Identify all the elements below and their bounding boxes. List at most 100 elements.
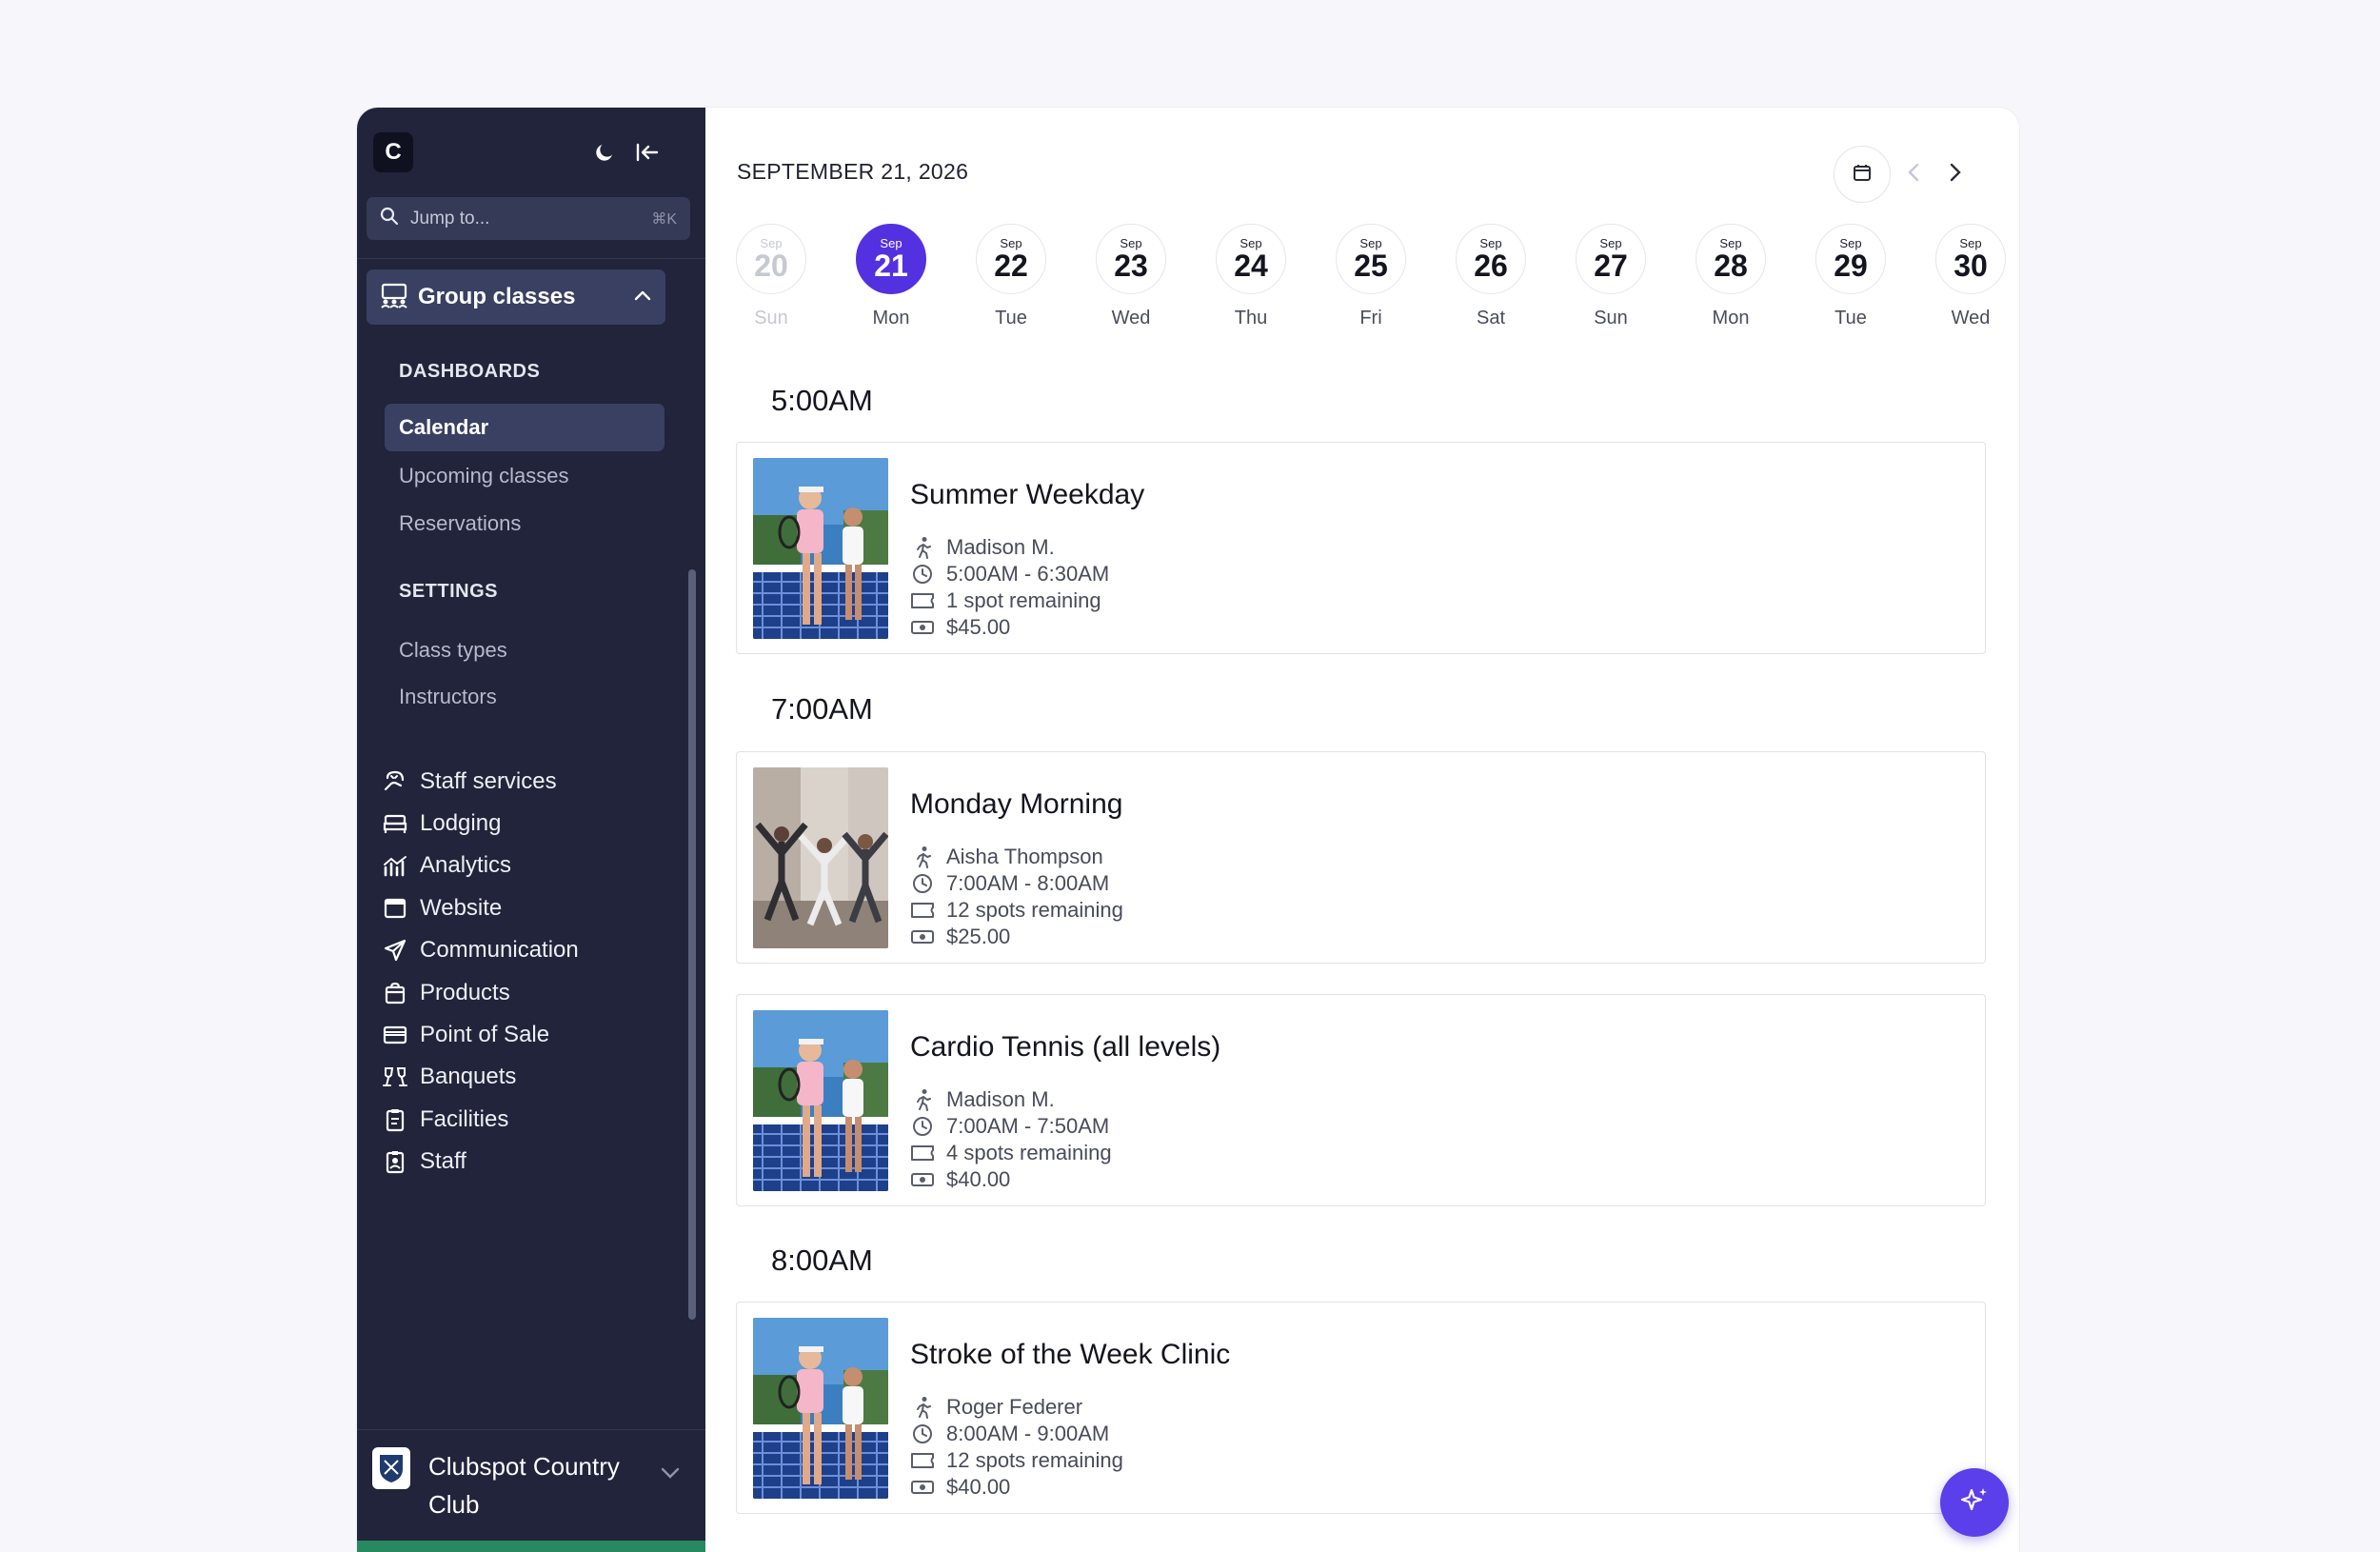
app-window: C Jump to... ⌘K Group classes DASHBOARDS…: [357, 108, 2019, 1552]
day-sep-25[interactable]: Sep 25 Fri: [1336, 224, 1406, 329]
day-number: 27: [1594, 248, 1628, 283]
prev-week-button[interactable]: [1899, 160, 1928, 189]
app-logo[interactable]: C: [373, 132, 413, 172]
day-weekday: Wed: [1951, 308, 1991, 328]
day-sep-27[interactable]: Sep 27 Sun: [1576, 224, 1646, 329]
club-name: Clubspot Country Club: [428, 1452, 620, 1519]
sidebar-item-upcoming-classes[interactable]: Upcoming classes: [399, 464, 569, 488]
day-number: 20: [754, 248, 788, 283]
class-card[interactable]: Stroke of the Week Clinic Roger Federer …: [736, 1302, 1986, 1514]
class-time: 8:00AM - 9:00AM: [910, 1421, 1109, 1447]
class-image: [753, 458, 888, 639]
time-slot-label: 7:00AM: [771, 692, 873, 726]
divider: [357, 258, 705, 259]
day-sep-24[interactable]: Sep 24 Thu: [1216, 224, 1286, 329]
nav-label: Website: [420, 895, 503, 921]
runner-icon: [910, 535, 935, 560]
class-title: Cardio Tennis (all levels): [910, 1031, 1221, 1063]
chevron-down-icon[interactable]: [660, 1466, 681, 1484]
collapse-sidebar-icon[interactable]: [633, 138, 662, 167]
time-slot-label: 8:00AM: [771, 1244, 873, 1277]
day-number: 21: [874, 248, 908, 283]
glasses-icon: [380, 1062, 410, 1092]
clock-icon: [910, 871, 935, 896]
club-switcher[interactable]: Clubspot Country Club: [357, 1429, 705, 1552]
sidebar-item-website[interactable]: Website: [380, 889, 502, 927]
sidebar-item-products[interactable]: Products: [380, 974, 510, 1012]
day-weekday: Mon: [872, 308, 910, 328]
day-month: Sep: [760, 235, 783, 250]
nav-label: Point of Sale: [420, 1022, 550, 1047]
nav-label: Staff: [420, 1148, 466, 1174]
day-sep-30[interactable]: Sep 30 Wed: [1935, 224, 2006, 329]
day-weekday: Fri: [1359, 308, 1382, 328]
class-time: 5:00AM - 6:30AM: [910, 561, 1109, 587]
jump-to-search[interactable]: Jump to... ⌘K: [367, 197, 690, 240]
class-time: 7:00AM - 8:00AM: [910, 870, 1109, 897]
cash-icon: [910, 1475, 935, 1500]
sidebar-item-point-of-sale[interactable]: Point of Sale: [380, 1016, 549, 1054]
ai-assistant-button[interactable]: [1940, 1468, 2009, 1537]
day-number: 22: [994, 248, 1028, 283]
day-month: Sep: [1240, 235, 1262, 250]
week-day-strip: Sep 20 Sun Sep 21 Mon Sep 22 Tue Sep 23 Wed Sep 2…: [736, 224, 2012, 328]
day-weekday: Sun: [754, 308, 788, 328]
calendar-icon: [1852, 162, 1873, 188]
sidebar-item-analytics[interactable]: Analytics: [380, 846, 511, 885]
day-sep-29[interactable]: Sep 29 Tue: [1815, 224, 1886, 329]
class-card[interactable]: Summer Weekday Madison M. 5:00AM - 6:30A…: [736, 442, 1986, 654]
time-range: 8:00AM - 9:00AM: [946, 1422, 1110, 1445]
day-number: 23: [1114, 248, 1148, 283]
class-card[interactable]: Cardio Tennis (all levels) Madison M. 7:…: [736, 994, 1986, 1206]
day-sep-28[interactable]: Sep 28 Mon: [1696, 224, 1766, 329]
sidebar-scrollbar[interactable]: [688, 569, 696, 1320]
time-range: 5:00AM - 6:30AM: [946, 562, 1110, 586]
calendar-main: SEPTEMBER 21, 2026 Sep 20 Sun Sep 21 Mon Sep…: [705, 108, 2019, 1552]
search-placeholder: Jump to...: [410, 208, 490, 229]
class-title: Monday Morning: [910, 788, 1123, 820]
day-weekday: Mon: [1712, 308, 1750, 328]
day-sep-23[interactable]: Sep 23 Wed: [1096, 224, 1166, 329]
sidebar-item-calendar[interactable]: Calendar: [385, 404, 664, 451]
moon-icon[interactable]: [590, 138, 619, 167]
club-color-strip: [357, 1541, 705, 1552]
next-week-button[interactable]: [1941, 160, 1970, 189]
date-picker-button[interactable]: [1834, 146, 1891, 203]
nav-label: Lodging: [420, 810, 502, 836]
sidebar-item-reservations[interactable]: Reservations: [399, 511, 521, 536]
day-sep-21[interactable]: Sep 21 Mon: [856, 224, 926, 329]
clipboard-icon: [380, 1104, 410, 1135]
class-price: $40.00: [910, 1474, 1010, 1501]
class-card[interactable]: Monday Morning Aisha Thompson 7:00AM - 8…: [736, 751, 1986, 964]
ticket-icon: [910, 588, 935, 613]
sidebar-item-instructors[interactable]: Instructors: [399, 685, 497, 709]
nav-label: Banquets: [420, 1064, 517, 1089]
instructor-name: Madison M.: [946, 1087, 1055, 1111]
day-sep-20[interactable]: Sep 20 Sun: [736, 224, 806, 329]
day-sep-22[interactable]: Sep 22 Tue: [976, 224, 1046, 329]
badge-icon: [380, 1146, 410, 1177]
nav-label: Staff services: [420, 768, 557, 794]
bag-icon: [380, 978, 410, 1008]
sidebar-item-facilities[interactable]: Facilities: [380, 1101, 508, 1139]
class-title: Summer Weekday: [910, 479, 1145, 510]
sidebar-item-class-types[interactable]: Class types: [399, 638, 507, 663]
class-image: [753, 1010, 888, 1191]
day-month: Sep: [880, 235, 902, 250]
price: $40.00: [946, 1475, 1011, 1499]
sidebar-item-communication[interactable]: Communication: [380, 931, 579, 969]
day-month: Sep: [1839, 235, 1862, 250]
class-instructor: Roger Federer: [910, 1394, 1082, 1421]
sidebar-item-lodging[interactable]: Lodging: [380, 805, 501, 843]
spots-remaining: 1 spot remaining: [946, 588, 1101, 612]
day-sep-26[interactable]: Sep 26 Sat: [1456, 224, 1526, 329]
chevron-up-icon[interactable]: [633, 289, 652, 307]
group-classes-menu[interactable]: Group classes: [367, 269, 665, 325]
sidebar-item-staff[interactable]: Staff: [380, 1143, 466, 1181]
sidebar-item-banquets[interactable]: Banquets: [380, 1058, 516, 1096]
nav-label: Analytics: [420, 852, 512, 878]
class-spots: 4 spots remaining: [910, 1140, 1112, 1166]
sidebar-item-staff-services[interactable]: Staff services: [380, 763, 557, 801]
chevron-right-icon: [1949, 162, 1962, 188]
bed-icon: [380, 808, 410, 839]
